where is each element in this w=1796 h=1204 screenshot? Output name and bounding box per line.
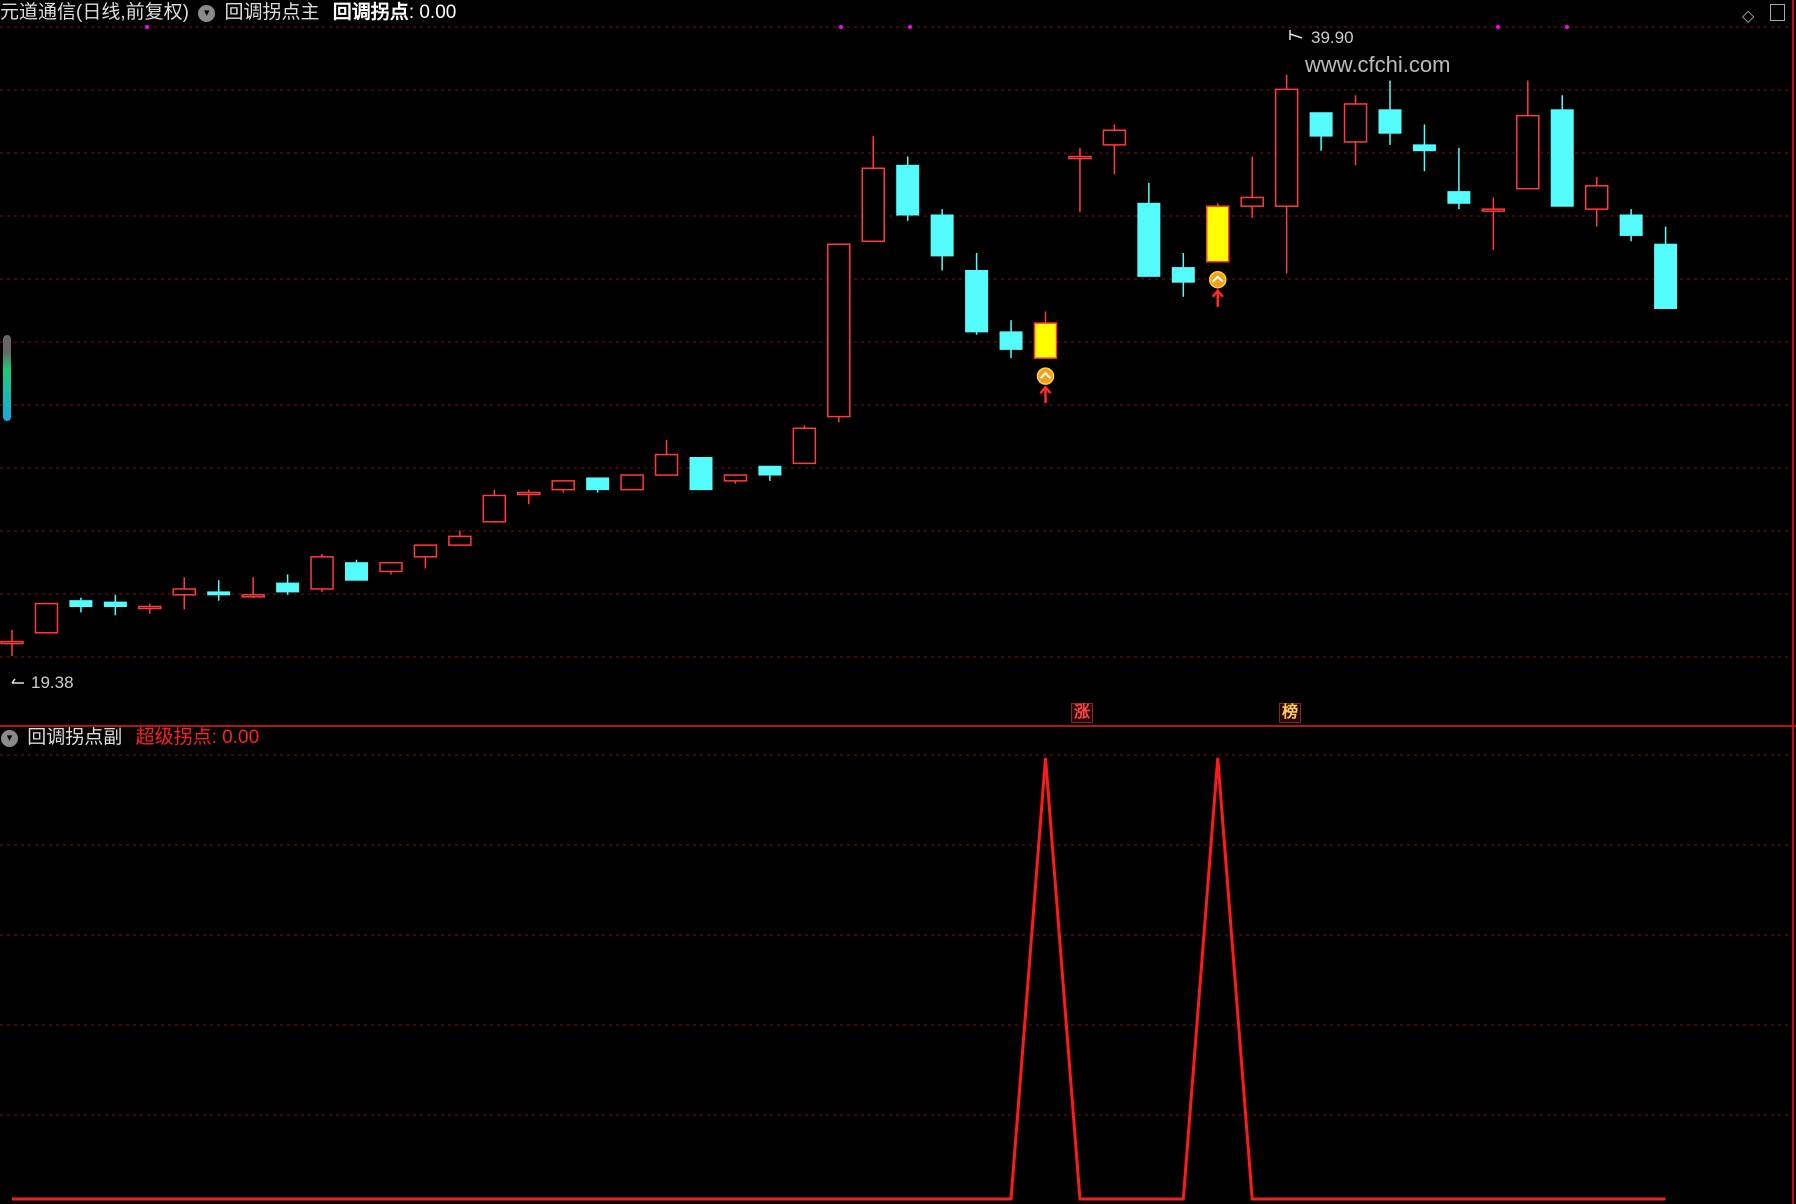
candle-body-up [517,491,541,496]
candle-body-up [138,605,162,610]
high-arrow-icon [1289,30,1303,40]
candle-body-down [345,562,368,581]
candle-body-down [896,164,920,216]
up-arrow-icon [1039,385,1052,404]
candle-body-up [1068,155,1092,160]
candle-body-up [1584,185,1609,210]
magenta-dot [1565,25,1569,29]
candlestick-series [0,74,1678,657]
stock-title[interactable]: 元道通信(日线,前复权) [0,2,189,23]
low-arrow-icon [11,678,24,684]
candle-body-down [1550,109,1574,207]
hilo-markers [11,30,1303,684]
candle-body-down [276,582,300,593]
candle-body-down [999,331,1023,350]
candle-body-up [172,588,196,596]
candle-body-down [1309,112,1333,137]
candle-body-down [1447,191,1471,204]
main-header: 元道通信(日线,前复权) ▾ 回调拐点主 回调拐点: 0.00 [0,2,456,24]
candle-body-up [448,535,472,546]
sub-indicator-name[interactable]: 回调拐点副 [27,727,122,748]
diamond-icon[interactable]: ◇ [1742,6,1754,26]
candle-body-up [482,494,507,523]
chart-canvas[interactable] [0,0,1796,1204]
candle-body-up [654,453,679,476]
candle-body-down [930,214,954,257]
sub-value: : 0.00 [211,727,260,748]
candle-body-down [1171,267,1195,283]
signal-marker-icon [1209,270,1227,289]
candle-body-down [1619,214,1643,236]
magenta-dot [908,25,912,29]
candle-body-down [207,591,231,596]
signal-markers [1036,270,1227,404]
candle-body-down [1412,144,1436,152]
candle-body-up [413,544,438,558]
candle-body-up [620,474,644,491]
candle-body-up [34,602,59,634]
candle-body-down [758,465,782,476]
signal-marker-icon [1036,367,1055,385]
collapse-circle-icon[interactable]: ▾ [198,4,216,22]
high-price-label: 39.90 [1311,28,1354,47]
candle-body-up [379,561,403,573]
candle-body-up [1343,103,1368,143]
candle-body-down [965,270,989,333]
sub-header: ▾ 回调拐点副 超级拐点: 0.00 [0,727,259,749]
magenta-dot [1496,25,1500,29]
candle-body-up [1102,129,1127,146]
tag-zhang[interactable]: 涨 [1071,703,1094,723]
candle-body-up [310,556,334,590]
magenta-dot [839,25,843,29]
magenta-dot [145,25,149,29]
candle-body-up [1516,114,1540,190]
candle-body-up [0,640,24,645]
candle-body-up [1240,196,1264,207]
candle-body-up [551,480,575,491]
candle-body-down [1137,202,1161,277]
candle-body-down [689,456,713,491]
candle-body-down [103,601,127,608]
low-price-label: 19.38 [31,673,74,692]
sub-value-label: 超级拐点 [135,727,212,748]
candle-body-up [1481,208,1506,212]
sub-grid [0,754,1790,1116]
scroll-handle[interactable] [3,335,11,421]
candle-body-down [586,477,610,491]
collapse-circle-icon[interactable]: ▾ [1,729,18,747]
up-arrow-icon [1211,288,1224,307]
panel-toggle-icon[interactable] [1770,4,1785,21]
candle-body-up [792,427,817,465]
super-pivot-line [12,757,1666,1201]
candle-body-up [861,167,885,243]
candle-body-down [1378,109,1402,134]
main-value: : 0.00 [408,2,457,23]
candle-body-up [1274,88,1299,207]
candle-body-down [1654,243,1678,309]
candle-body-down [69,600,93,608]
super-pivot-polyline [12,757,1666,1201]
candle-body-signal [1206,205,1230,263]
candle-body-up [723,474,748,482]
tag-bang[interactable]: 榜 [1279,703,1302,723]
main-indicator-name[interactable]: 回调拐点主 [225,2,320,23]
candle-body-signal [1033,322,1058,359]
candle-body-up [241,594,265,598]
main-value-label: 回调拐点 [332,2,409,23]
candle-body-up [827,243,851,418]
watermark: www.cfchi.com [1305,52,1451,77]
